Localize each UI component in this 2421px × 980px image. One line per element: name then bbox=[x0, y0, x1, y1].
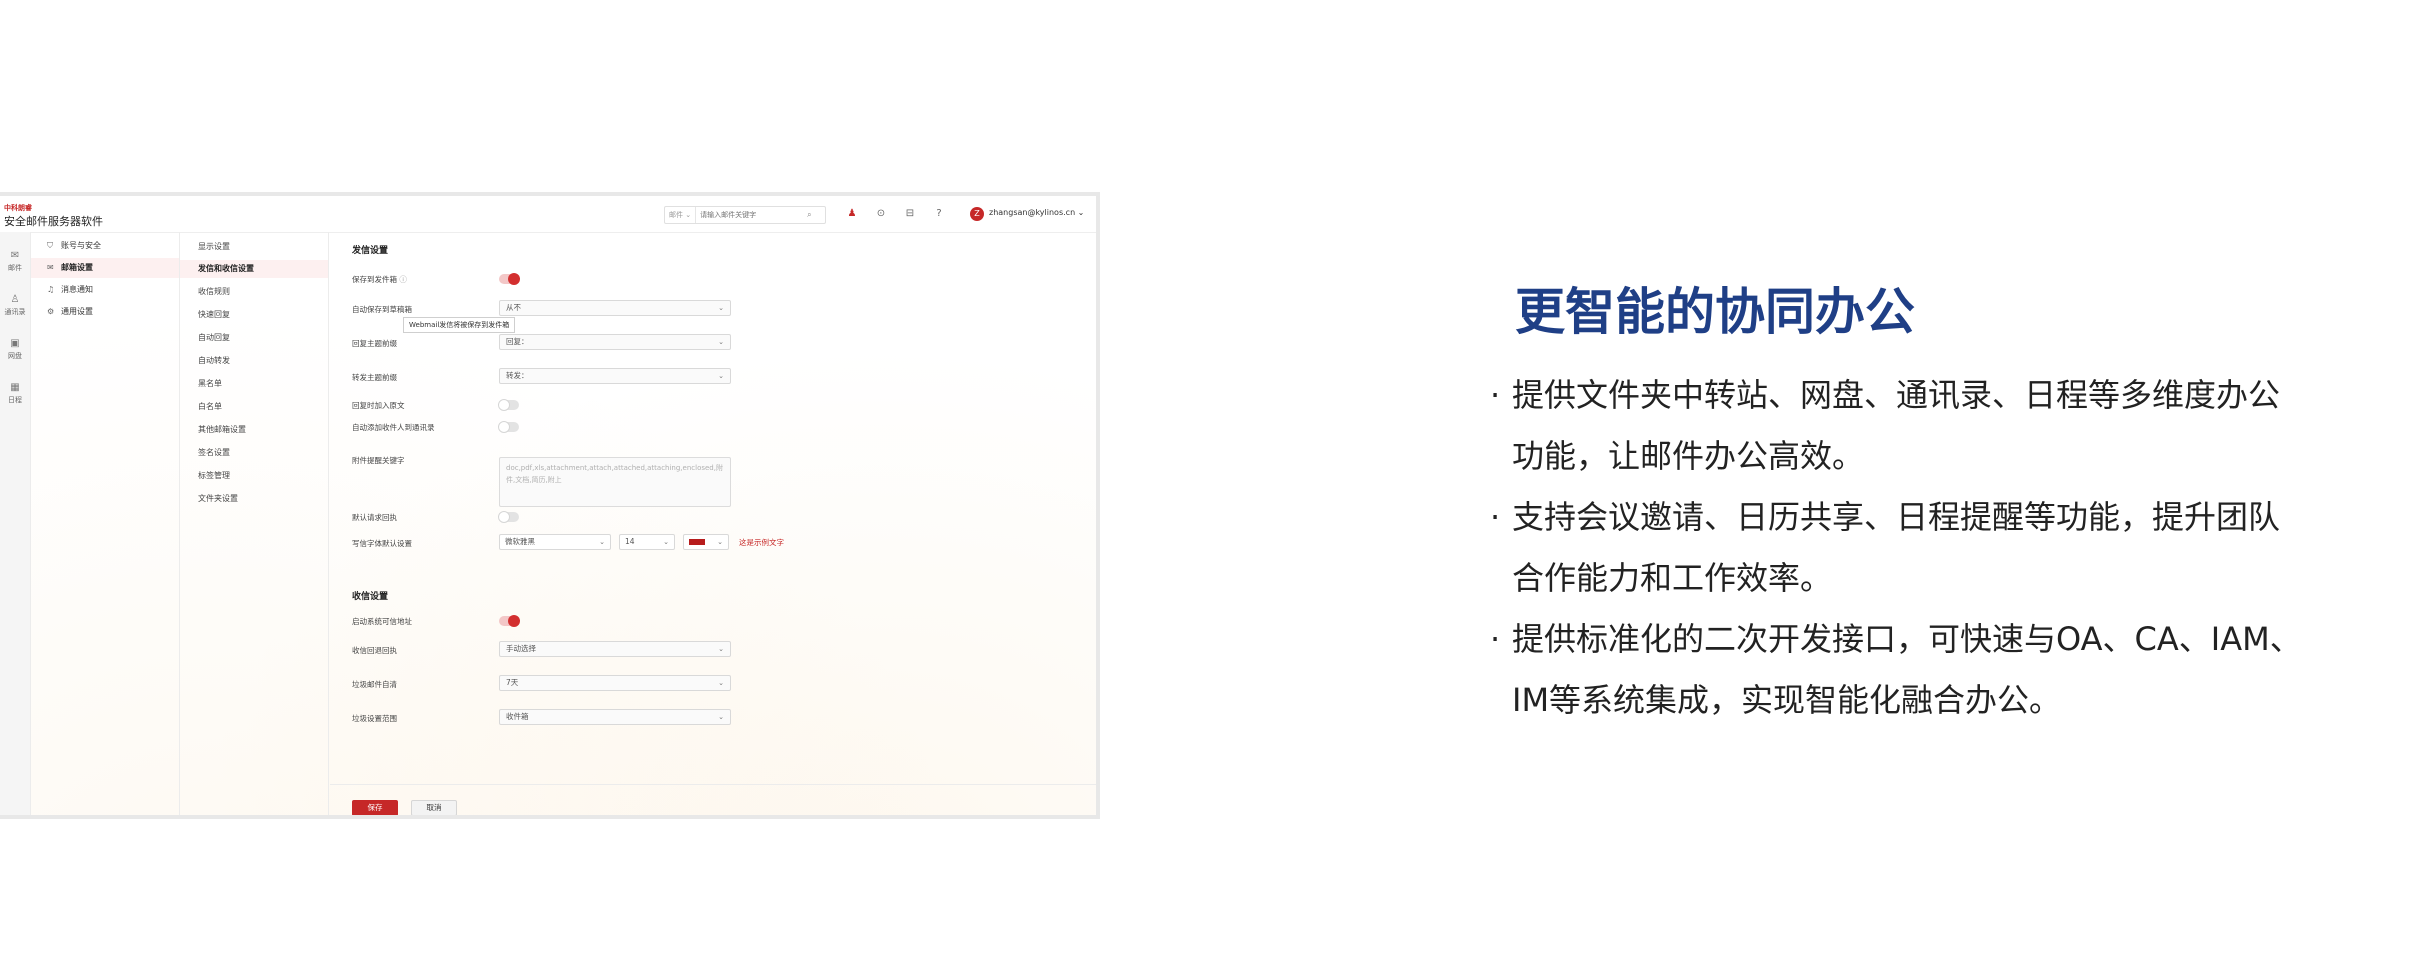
settings-form: 发信设置 保存到发件箱 ⓘ Webmail发信将被保存到发件箱 自动保存到草稿箱… bbox=[330, 232, 1096, 815]
receive-receipt-label: 收信回退回执 bbox=[352, 646, 397, 655]
submenu-display[interactable]: 显示设置 bbox=[180, 238, 328, 256]
search-box[interactable]: 邮件 ⌄ ⌕ bbox=[664, 206, 826, 224]
trust-label: 启动系统可信地址 bbox=[352, 617, 412, 626]
shield-icon: ⛉ bbox=[47, 241, 53, 250]
avatar[interactable]: Z bbox=[970, 207, 984, 221]
chevron-down-icon: ⌄ bbox=[718, 338, 724, 346]
mail-icon: ✉ bbox=[10, 250, 20, 261]
bell-icon: ♫ bbox=[47, 285, 55, 294]
feature-bullet-2: · 支持会议邀请、日历共享、日程提醒等功能，提升团队 合作能力和工作效率。 bbox=[1490, 487, 2390, 609]
mail-icon: ✉ bbox=[47, 263, 54, 272]
submenu-signature[interactable]: 签名设置 bbox=[180, 444, 328, 462]
submenu-folders[interactable]: 文件夹设置 bbox=[180, 490, 328, 508]
save-button[interactable]: 保存 bbox=[352, 800, 398, 815]
read-receipt-toggle[interactable] bbox=[498, 511, 519, 523]
submenu-labels[interactable]: 标签管理 bbox=[180, 467, 328, 485]
nav-drive[interactable]: ▣ 网盘 bbox=[0, 338, 30, 361]
category-notifications[interactable]: ♫ 消息通知 bbox=[31, 280, 179, 300]
reply-include-label: 回复时加入原文 bbox=[352, 401, 405, 410]
headline: 更智能的协同办公 bbox=[1515, 283, 1915, 341]
search-input[interactable] bbox=[696, 210, 808, 220]
submenu-auto-forward[interactable]: 自动转发 bbox=[180, 352, 328, 370]
info-icon: ⓘ bbox=[399, 275, 407, 284]
save-sent-toggle[interactable] bbox=[499, 273, 520, 285]
font-preview-text: 这是示例文字 bbox=[739, 538, 784, 547]
nav-mail[interactable]: ✉ 邮件 bbox=[0, 250, 30, 273]
bullet-dot: · bbox=[1490, 620, 1501, 658]
save-sent-label: 保存到发件箱 ⓘ bbox=[352, 275, 407, 284]
chevron-down-icon: ⌄ bbox=[718, 713, 724, 721]
trust-toggle[interactable] bbox=[499, 615, 520, 627]
attachment-keywords-label: 附件提醒关键字 bbox=[352, 456, 405, 465]
spam-days-select[interactable]: 7天 ⌄ bbox=[499, 675, 731, 691]
reply-include-toggle[interactable] bbox=[498, 399, 519, 411]
calendar-icon: ▦ bbox=[10, 382, 20, 393]
gear-icon: ⚙ bbox=[47, 307, 55, 316]
top-bar: 中科朗睿 安全邮件服务器软件 邮件 ⌄ ⌕ ♟ ⊙ ⊟ ? Z zhangsan… bbox=[0, 196, 1096, 233]
font-family-select[interactable]: 微软雅黑 ⌄ bbox=[499, 534, 611, 550]
font-color-select[interactable]: ⌄ bbox=[683, 534, 729, 550]
color-swatch bbox=[689, 539, 705, 545]
chat-icon[interactable]: ⊟ bbox=[903, 207, 917, 221]
feature-bullet-1: · 提供文件夹中转站、网盘、通讯录、日程等多维度办公 功能，让邮件办公高效。 bbox=[1490, 365, 2390, 487]
drive-icon: ▣ bbox=[10, 338, 20, 349]
chevron-down-icon: ⌄ bbox=[718, 304, 724, 312]
feature-bullet-3: · 提供标准化的二次开发接口，可快速与OA、CA、IAM、 IM等系统集成，实现… bbox=[1490, 609, 2390, 731]
forward-prefix-select[interactable]: 转发： ⌄ bbox=[499, 368, 731, 384]
submenu-other-mailbox[interactable]: 其他邮箱设置 bbox=[180, 421, 328, 439]
read-receipt-label: 默认请求回执 bbox=[352, 513, 397, 522]
help-icon[interactable]: ? bbox=[932, 207, 946, 221]
contacts-icon: ♙ bbox=[10, 294, 20, 305]
auto-add-contact-toggle[interactable] bbox=[498, 421, 519, 433]
nav-contacts[interactable]: ♙ 通讯录 bbox=[0, 294, 30, 317]
chevron-down-icon: ⌄ bbox=[718, 372, 724, 380]
bullet-dot: · bbox=[1490, 376, 1501, 414]
search-icon[interactable]: ⌕ bbox=[807, 210, 811, 220]
user-add-icon[interactable]: ♟ bbox=[845, 207, 859, 221]
mail-settings-screenshot: 中科朗睿 安全邮件服务器软件 邮件 ⌄ ⌕ ♟ ⊙ ⊟ ? Z zhangsan… bbox=[0, 192, 1100, 819]
search-scope-select[interactable]: 邮件 ⌄ bbox=[665, 207, 697, 223]
cancel-button[interactable]: 取消 bbox=[411, 800, 457, 815]
submenu-whitelist[interactable]: 白名单 bbox=[180, 398, 328, 416]
reply-prefix-select[interactable]: 回复： ⌄ bbox=[499, 334, 731, 350]
chevron-down-icon: ⌄ bbox=[663, 538, 669, 546]
auto-add-contact-label: 自动添加收件人到通讯录 bbox=[352, 423, 435, 432]
settings-icon[interactable]: ⊙ bbox=[874, 207, 888, 221]
submenu-blacklist[interactable]: 黑名单 bbox=[180, 375, 328, 393]
brand-logo: 中科朗睿 bbox=[4, 204, 32, 212]
spam-scope-select[interactable]: 收件箱 ⌄ bbox=[499, 709, 731, 725]
submenu-quick-reply[interactable]: 快速回复 bbox=[180, 306, 328, 324]
attachment-keywords-input[interactable]: doc,pdf,xls,attachment,attach,attached,a… bbox=[499, 457, 731, 507]
bullet-dot: · bbox=[1490, 498, 1501, 536]
nav-calendar[interactable]: ▦ 日程 bbox=[0, 382, 30, 405]
spam-days-label: 垃圾邮件自清 bbox=[352, 680, 397, 689]
submenu-send-receive[interactable]: 发信和收信设置 bbox=[180, 260, 328, 278]
category-general[interactable]: ⚙ 通用设置 bbox=[31, 302, 179, 322]
settings-categories: ⛉ 账号与安全 ✉ 邮箱设置 ♫ 消息通知 ⚙ 通用设置 bbox=[31, 232, 180, 815]
auto-save-draft-label: 自动保存到草稿箱 bbox=[352, 305, 412, 314]
settings-submenu: 显示设置 发信和收信设置 收信规则 快速回复 自动回复 自动转发 黑名单 白名单… bbox=[180, 232, 329, 815]
app-title: 安全邮件服务器软件 bbox=[4, 215, 103, 228]
font-size-select[interactable]: 14 ⌄ bbox=[619, 534, 675, 550]
receive-section-title: 收信设置 bbox=[352, 592, 389, 602]
chevron-down-icon: ⌄ bbox=[599, 538, 605, 546]
spam-scope-label: 垃圾设置范围 bbox=[352, 714, 397, 723]
category-account-security[interactable]: ⛉ 账号与安全 bbox=[31, 236, 179, 256]
form-footer-divider bbox=[330, 784, 1096, 785]
send-section-title: 发信设置 bbox=[352, 246, 389, 256]
submenu-auto-reply[interactable]: 自动回复 bbox=[180, 329, 328, 347]
font-default-label: 写信字体默认设置 bbox=[352, 539, 412, 548]
save-sent-tooltip: Webmail发信将被保存到发件箱 bbox=[403, 317, 516, 333]
app-icon-nav: ✉ 邮件 ♙ 通讯录 ▣ 网盘 ▦ 日程 bbox=[0, 232, 31, 815]
submenu-rules[interactable]: 收信规则 bbox=[180, 283, 328, 301]
forward-prefix-label: 转发主题前缀 bbox=[352, 373, 397, 382]
chevron-down-icon: ⌄ bbox=[718, 645, 724, 653]
chevron-down-icon: ⌄ bbox=[718, 679, 724, 687]
receive-receipt-select[interactable]: 手动选择 ⌄ bbox=[499, 641, 731, 657]
reply-prefix-label: 回复主题前缀 bbox=[352, 339, 397, 348]
chevron-down-icon: ⌄ bbox=[717, 538, 723, 546]
category-mailbox-settings[interactable]: ✉ 邮箱设置 bbox=[31, 258, 179, 278]
user-email[interactable]: zhangsan@kylinos.cn ⌄ bbox=[989, 208, 1084, 217]
auto-save-draft-select[interactable]: 从不 ⌄ bbox=[499, 300, 731, 316]
